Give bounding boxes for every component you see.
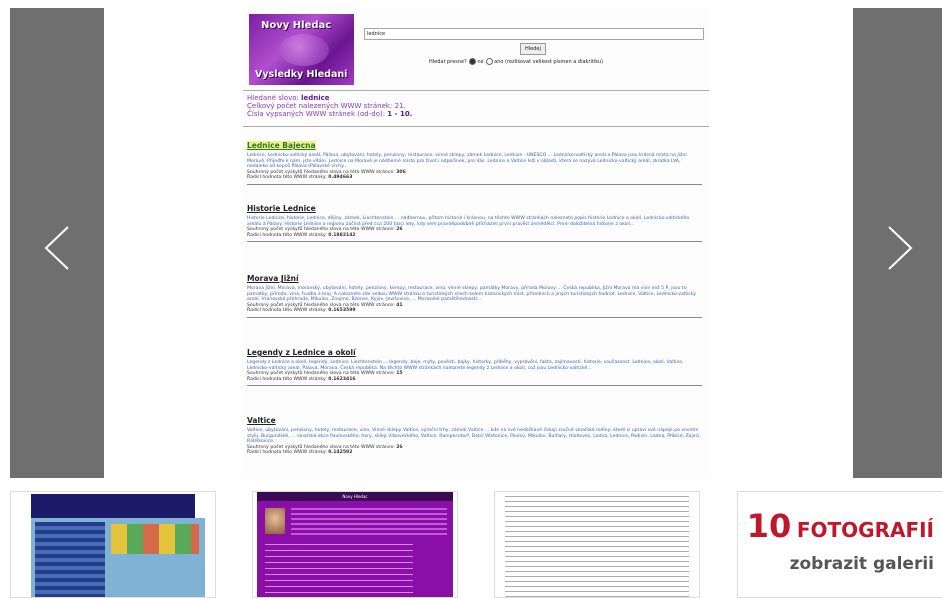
logo-title: Novy Hledac bbox=[261, 20, 332, 31]
chevron-right-icon bbox=[888, 226, 913, 270]
thumbnail-title: Novy Hledac bbox=[257, 492, 453, 501]
photo-count-number: 10 bbox=[746, 507, 792, 545]
frog-image bbox=[279, 34, 329, 66]
gallery-thumbnail[interactable]: Novy Hledac bbox=[252, 491, 458, 598]
result-separator bbox=[247, 385, 702, 387]
thumbnail-images bbox=[111, 524, 199, 554]
gallery-thumbnail[interactable] bbox=[494, 491, 700, 598]
search-options: Hledat presne? ne ano (rozlišovat veliko… bbox=[429, 58, 603, 65]
radio-yes bbox=[486, 58, 494, 65]
result-rank: Řadící hodnota této WWW stránky: 0.16234… bbox=[247, 376, 356, 382]
search-result: Lednice Bajecna Lednice, Lednicko-valtic… bbox=[247, 133, 702, 185]
search-engine-logo: Novy Hledac Vysledky Hledani bbox=[249, 14, 354, 85]
result-separator bbox=[247, 183, 702, 185]
radio-no bbox=[469, 58, 477, 65]
exact-search-label: Hledat presne? bbox=[429, 59, 467, 65]
result-snippet: Historie Lednice, historie, Lednice, děj… bbox=[247, 216, 690, 227]
result-title: Morava Jižní bbox=[247, 274, 299, 283]
thumbnail-lines bbox=[265, 544, 413, 597]
search-result: Valtice Valtice, ubytování, penziony, ho… bbox=[247, 408, 702, 456]
show-gallery-link[interactable]: zobrazit galerii bbox=[790, 554, 934, 574]
search-result: Legendy z Lednice a okolí Legendy z Ledn… bbox=[247, 340, 702, 387]
search-input: lednice bbox=[364, 28, 704, 40]
result-title: Historie Lednice bbox=[247, 204, 316, 213]
search-result: Historie Lednice Historie Lednice, histo… bbox=[247, 196, 702, 243]
thumbnail-header bbox=[31, 494, 195, 520]
thumbnail-photo bbox=[265, 508, 285, 534]
summary-word: lednice bbox=[301, 94, 330, 102]
thumbnail-preview bbox=[505, 496, 689, 597]
divider bbox=[243, 126, 709, 127]
radio-yes-label: ano (rozlišovat velikost písmen a diakri… bbox=[494, 59, 604, 65]
result-rank: Řadící hodnota této WWW stránky: 0.16535… bbox=[247, 308, 356, 314]
result-rank: Řadící hodnota této WWW stránky: 0.14259… bbox=[247, 450, 353, 456]
radio-no-label: ne bbox=[477, 59, 484, 65]
thumbnail-preview: Novy Hledac bbox=[257, 492, 453, 597]
result-rank: Řadící hodnota této WWW stránky: 0.49466… bbox=[247, 175, 353, 181]
result-rank: Řadící hodnota této WWW stránky: 0.18821… bbox=[247, 232, 356, 238]
chevron-left-icon bbox=[44, 226, 69, 270]
lightbox-stage: Novy Hledac Vysledky Hledani lednice Hle… bbox=[0, 0, 942, 480]
result-snippet: Legendy z Lednice a okolí, legendy, Ledn… bbox=[247, 360, 684, 371]
thumbnail-table bbox=[35, 522, 105, 597]
summary-range: 1 - 10. bbox=[387, 110, 413, 118]
result-snippet: Valtice, ubytování, penziony, hotely, re… bbox=[247, 428, 701, 445]
result-title: Lednice Bajecna bbox=[247, 141, 316, 150]
photo-count-word: FOTOGRAFIÍ bbox=[796, 518, 934, 542]
thumbnail-preview bbox=[31, 518, 205, 597]
summary-range-label: Čísla vypsaných WWW stránek (od-do): bbox=[247, 110, 386, 118]
thumbnail-text bbox=[291, 508, 447, 538]
search-button: Hledej bbox=[520, 43, 546, 55]
result-separator bbox=[247, 316, 702, 318]
photo-count: 10 FOTOGRAFIÍ bbox=[747, 507, 934, 545]
result-snippet: Morava Jižní, Morava, moravský, ubytován… bbox=[247, 286, 697, 303]
result-title: Valtice bbox=[247, 416, 276, 425]
show-gallery-tile[interactable]: 10 FOTOGRAFIÍ zobrazit galerii bbox=[737, 491, 942, 598]
displayed-screenshot: Novy Hledac Vysledky Hledani lednice Hle… bbox=[243, 8, 709, 478]
previous-image-button[interactable] bbox=[10, 8, 104, 478]
result-title: Legendy z Lednice a okolí bbox=[247, 348, 356, 357]
next-image-button[interactable] bbox=[853, 8, 942, 478]
gallery-thumbnail[interactable] bbox=[10, 491, 216, 598]
search-result: Morava Jižní Morava Jižní, Morava, morav… bbox=[247, 266, 702, 318]
logo-subtitle: Vysledky Hledani bbox=[255, 69, 348, 80]
summary-word-label: Hledané slovo: bbox=[247, 94, 299, 102]
summary-total: Celkový počet nalezených WWW stránek: 21… bbox=[247, 102, 406, 110]
result-separator bbox=[247, 241, 702, 243]
divider bbox=[243, 90, 709, 91]
result-snippet: Lednice, Lednicko-valtický areál, Pálava… bbox=[247, 153, 687, 170]
results-summary: Hledané slovo: lednice Celkový počet nal… bbox=[247, 94, 412, 118]
